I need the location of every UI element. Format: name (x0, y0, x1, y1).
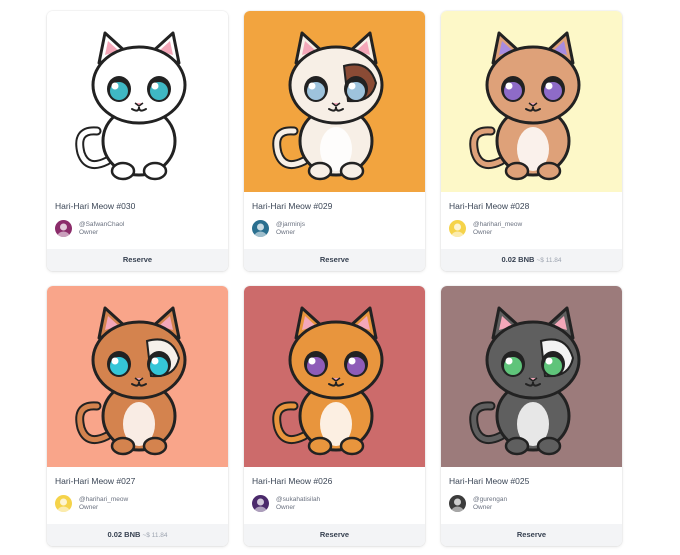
reserve-button[interactable]: Reserve (47, 249, 228, 271)
reserve-button[interactable]: Reserve (441, 524, 622, 546)
owner-avatar[interactable] (252, 495, 269, 512)
owner-role: Owner (473, 229, 493, 236)
nft-title[interactable]: Hari-Hari Meow #026 (252, 476, 332, 486)
cat-artwork[interactable] (47, 286, 228, 467)
price-bnb: 0.02 BNB (107, 530, 141, 539)
owner-avatar[interactable] (55, 220, 72, 237)
nft-card[interactable]: Hari-Hari Meow #027 @harihari_meow Owner… (47, 286, 228, 546)
owner-avatar[interactable] (55, 495, 72, 512)
nft-card[interactable]: Hari-Hari Meow #028 @harihari_meow Owner… (441, 11, 622, 271)
owner-role: Owner (79, 504, 99, 511)
nft-card[interactable]: Hari-Hari Meow #026 @sukahatisilah Owner… (244, 286, 425, 546)
reserve-label: Reserve (122, 255, 153, 264)
owner-role: Owner (79, 229, 99, 236)
owner-role: Owner (276, 229, 296, 236)
cat-artwork[interactable] (47, 11, 228, 192)
cat-artwork[interactable] (441, 286, 622, 467)
price-usd: ~$ 11.84 (142, 532, 168, 539)
price-bar[interactable]: 0.02 BNB ~$ 11.84 (47, 524, 228, 546)
owner-handle[interactable]: @harihari_meow (79, 496, 128, 503)
cat-artwork[interactable] (441, 11, 622, 192)
nft-card[interactable]: Hari-Hari Meow #025 @gurengan Owner Rese… (441, 286, 622, 546)
nft-title[interactable]: Hari-Hari Meow #029 (252, 201, 332, 211)
nft-title[interactable]: Hari-Hari Meow #027 (55, 476, 135, 486)
owner-handle[interactable]: @sukahatisilah (276, 496, 320, 503)
reserve-label: Reserve (516, 530, 547, 539)
price-bnb: 0.02 BNB (501, 255, 535, 264)
owner-role: Owner (276, 504, 296, 511)
price-usd: ~$ 11.84 (536, 257, 562, 264)
owner-avatar[interactable] (252, 220, 269, 237)
owner-avatar[interactable] (449, 220, 466, 237)
nft-title[interactable]: Hari-Hari Meow #028 (449, 201, 529, 211)
reserve-label: Reserve (319, 255, 350, 264)
reserve-button[interactable]: Reserve (244, 524, 425, 546)
cat-artwork[interactable] (244, 11, 425, 192)
cat-artwork[interactable] (244, 286, 425, 467)
owner-handle[interactable]: @gurengan (473, 496, 507, 503)
owner-handle[interactable]: @jarminjs (276, 221, 305, 228)
page: { "cards": [ {"title":"Hari-Hari Meow #0… (0, 0, 680, 555)
reserve-button[interactable]: Reserve (244, 249, 425, 271)
nft-title[interactable]: Hari-Hari Meow #025 (449, 476, 529, 486)
owner-handle[interactable]: @SafwanChaol (79, 221, 124, 228)
owner-role: Owner (473, 504, 493, 511)
price-bar[interactable]: 0.02 BNB ~$ 11.84 (441, 249, 622, 271)
owner-handle[interactable]: @harihari_meow (473, 221, 522, 228)
nft-card[interactable]: Hari-Hari Meow #029 @jarminjs Owner Rese… (244, 11, 425, 271)
reserve-label: Reserve (319, 530, 350, 539)
nft-card[interactable]: Hari-Hari Meow #030 @SafwanChaol Owner R… (47, 11, 228, 271)
owner-avatar[interactable] (449, 495, 466, 512)
nft-title[interactable]: Hari-Hari Meow #030 (55, 201, 135, 211)
